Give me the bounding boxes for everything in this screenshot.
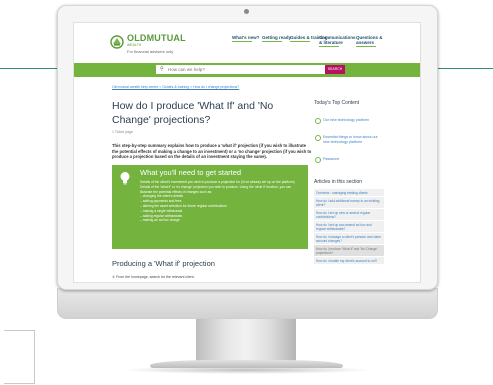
- section-heading: Producing a 'What if' projection: [112, 259, 215, 268]
- nav-getting-ready[interactable]: Getting ready: [262, 35, 291, 42]
- webcam-dot: [244, 9, 249, 14]
- arrow-circle-icon: [315, 118, 321, 124]
- article-intro: This step-by-step summary explains how t…: [112, 143, 312, 160]
- nav-whats-new[interactable]: What's new?: [232, 35, 259, 42]
- article-link[interactable]: How do I enable my client's account to r…: [314, 256, 384, 264]
- search-icon: ⚲: [160, 66, 164, 72]
- brand-sub: WEALTH: [127, 43, 142, 47]
- list-item: – making an ad hoc charge: [140, 218, 180, 223]
- getting-started-list: Details of the client's investment you w…: [140, 180, 304, 223]
- article-link[interactable]: How do I add additional money to an exis…: [314, 196, 384, 208]
- search-button[interactable]: SEARCH: [325, 65, 345, 74]
- monitor-stand-base: [150, 360, 343, 368]
- top-content-link-2[interactable]: Essential things to know about our new t…: [323, 135, 381, 144]
- article-link[interactable]: How do I set up and amend ad hoc and reg…: [314, 220, 384, 232]
- top-content-heading: Today's Top Content: [314, 100, 360, 106]
- article-link-active[interactable]: How do I produce 'What if' and 'No Chang…: [314, 244, 384, 256]
- nav-guides-training[interactable]: Guides & training: [290, 35, 328, 42]
- breadcrumb[interactable]: Old mutual wealth help centre > Guides &…: [112, 85, 239, 89]
- articles-list: Overview - managing existing clients How…: [314, 188, 384, 264]
- old-mutual-logo-icon[interactable]: [110, 35, 124, 49]
- monitor-chin: [57, 288, 438, 319]
- nav-communications[interactable]: Communications & literature: [319, 35, 356, 47]
- brand-name[interactable]: OLDMUTUAL: [127, 33, 186, 43]
- list-item: Details of the 'what if' or 'no change' …: [140, 184, 292, 194]
- article-link[interactable]: How do I manage a client's pension and c…: [314, 232, 384, 244]
- background-frame-fragment: [4, 330, 35, 384]
- top-content-link-1[interactable]: Our new technology platform: [323, 118, 381, 123]
- nav-questions-answers[interactable]: Questions & answers: [356, 35, 386, 47]
- monitor-stand-neck: [196, 318, 296, 362]
- articles-heading: Articles in this section: [314, 179, 363, 185]
- search-input[interactable]: [156, 65, 326, 74]
- step-1-text: ① From the homepage, search for the rele…: [112, 275, 195, 279]
- top-content-link-3[interactable]: Password: [323, 157, 381, 162]
- article-link[interactable]: How do I set up new or amend regular con…: [314, 208, 384, 220]
- article-link[interactable]: Overview - managing existing clients: [314, 188, 384, 196]
- article-meta: 1 Ticket page: [112, 130, 133, 134]
- monitor-screen: OLDMUTUAL WEALTH For financial advisers …: [73, 22, 421, 283]
- getting-started-title: What you'll need to get started: [140, 168, 242, 177]
- arrow-circle-icon: [315, 135, 321, 141]
- brand-tagline: For financial advisers only: [127, 49, 174, 54]
- step-number-icon: ①: [112, 275, 116, 279]
- arrow-circle-icon: [315, 157, 321, 163]
- lightbulb-icon: [120, 172, 130, 185]
- page-title: How do I produce 'What If' and 'No Chang…: [112, 100, 274, 126]
